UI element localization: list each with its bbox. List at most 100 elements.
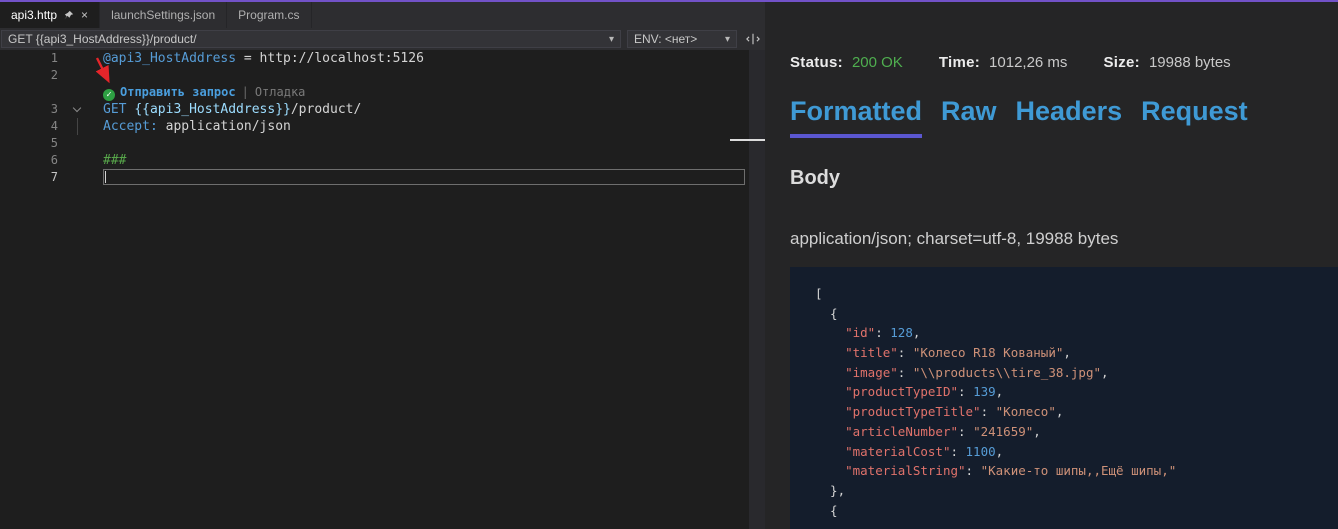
json-line: "productTypeID": 139,: [815, 382, 1328, 402]
environment-selector[interactable]: ENV: <нет> ▾: [627, 30, 737, 48]
chevron-down-icon: ▾: [609, 34, 614, 45]
json-body[interactable]: [ { "id": 128, "title": "Колесо R18 Кова…: [790, 267, 1338, 529]
json-token: [815, 444, 845, 459]
json-token: ,: [996, 384, 1004, 399]
line-text: ###: [88, 152, 749, 169]
json-token: :: [898, 365, 913, 380]
response-tab-formatted[interactable]: Formatted: [790, 96, 922, 138]
json-line: "materialString": "Какие-то шипы,,Ещё ши…: [815, 461, 1328, 481]
json-token: :: [958, 384, 973, 399]
json-token: [815, 365, 845, 380]
line-text: GET {{api3_HostAddress}}/product/: [88, 101, 749, 118]
tab-program.cs[interactable]: Program.cs: [227, 2, 311, 28]
codelens-separator: |: [242, 85, 249, 99]
request-selector-value: GET {{api3_HostAddress}}/product/: [8, 32, 197, 46]
json-token: :: [950, 444, 965, 459]
json-line: "articleNumber": "241659",: [815, 422, 1328, 442]
response-tabs: Formatted Raw Headers Request: [790, 96, 1248, 138]
send-request-link[interactable]: Отправить запрос: [120, 85, 236, 99]
tab-api3.http[interactable]: api3.http ×: [0, 2, 100, 28]
editor-pane: api3.http×launchSettings.jsonProgram.cs …: [0, 2, 765, 529]
json-token: :: [875, 325, 890, 340]
json-token: "Колесо R18 Кованый": [913, 345, 1064, 360]
json-token: "Колесо": [996, 404, 1056, 419]
vertical-scrollbar[interactable]: [749, 50, 765, 529]
line-number: 1: [0, 50, 70, 67]
close-icon[interactable]: ×: [81, 8, 88, 22]
editor-code[interactable]: 1 @api3_HostAddress = http://localhost:51…: [0, 50, 749, 529]
body-heading: Body: [790, 167, 840, 190]
code-token: ###: [103, 153, 126, 168]
response-tab-request[interactable]: Request: [1141, 96, 1248, 138]
line-text: ✓Отправить запрос|Отладка: [88, 84, 749, 101]
pin-icon[interactable]: [63, 10, 74, 21]
response-pane: Status: 200 OK Time: 1012,26 ms Size: 19…: [765, 2, 1338, 529]
tab-label: launchSettings.json: [111, 8, 215, 22]
line-text: Accept: application/json: [88, 118, 749, 135]
code-token: /product/: [291, 102, 361, 117]
debug-link[interactable]: Отладка: [255, 85, 306, 99]
json-token: "image": [845, 365, 898, 380]
content-type-line: application/json; charset=utf-8, 19988 b…: [790, 229, 1118, 249]
json-token: [: [815, 286, 823, 301]
json-token: "\\products\\tire_38.jpg": [913, 365, 1101, 380]
text-cursor: [105, 171, 106, 183]
response-tab-raw[interactable]: Raw: [941, 96, 997, 138]
json-token: "id": [845, 325, 875, 340]
json-token: :: [966, 463, 981, 478]
json-token: ,: [1056, 404, 1064, 419]
json-line: "title": "Колесо R18 Кованый",: [815, 343, 1328, 363]
fold-column: [70, 101, 88, 118]
json-token: 1100: [966, 444, 996, 459]
json-token: [815, 345, 845, 360]
fold-column: [70, 84, 88, 101]
json-line: "materialCost": 1100,: [815, 442, 1328, 462]
window-accent-border: [0, 0, 1338, 2]
code-token: application/json: [158, 119, 291, 134]
json-token: "materialCost": [845, 444, 950, 459]
editor-line: 4Accept: application/json: [0, 118, 749, 135]
editor-line: 3GET {{api3_HostAddress}}/product/: [0, 101, 749, 118]
time-label: Time:: [939, 54, 980, 71]
json-token: },: [815, 483, 845, 498]
json-token: "241659": [973, 424, 1033, 439]
line-text: @api3_HostAddress = http://localhost:512…: [88, 50, 749, 67]
size-value: 19988 bytes: [1149, 54, 1231, 71]
line-number: 5: [0, 135, 70, 152]
code-token: GET: [103, 102, 134, 117]
json-token: "title": [845, 345, 898, 360]
tab-launchsettings.json[interactable]: launchSettings.json: [100, 2, 227, 28]
status-label: Status:: [790, 54, 843, 71]
request-toolbar: GET {{api3_HostAddress}}/product/ ▾ ENV:…: [0, 28, 765, 50]
json-token: [815, 424, 845, 439]
tab-label: api3.http: [11, 8, 57, 22]
json-token: 139: [973, 384, 996, 399]
status-value: 200 OK: [852, 54, 903, 71]
time-value: 1012,26 ms: [989, 54, 1067, 71]
editor-line: 6###: [0, 152, 749, 169]
environment-selector-value: ENV: <нет>: [634, 32, 697, 46]
fold-column: [70, 118, 88, 135]
response-tab-headers[interactable]: Headers: [1016, 96, 1123, 138]
json-token: [815, 325, 845, 340]
json-token: ,: [1063, 345, 1071, 360]
json-token: "Какие-то шипы,,Ещё шипы,": [981, 463, 1177, 478]
json-token: :: [898, 345, 913, 360]
json-token: [815, 384, 845, 399]
fold-chevron-icon[interactable]: [73, 104, 81, 112]
json-token: "productTypeID": [845, 384, 958, 399]
request-selector[interactable]: GET {{api3_HostAddress}}/product/ ▾: [1, 30, 621, 48]
json-token: ,: [913, 325, 921, 340]
tab-label: Program.cs: [238, 8, 299, 22]
json-token: ,: [1101, 365, 1109, 380]
line-number: 2: [0, 67, 70, 84]
split-view-icon[interactable]: [746, 32, 760, 46]
chevron-down-icon: ▾: [725, 34, 730, 45]
code-token: Accept:: [103, 119, 158, 134]
tab-bar: api3.http × launchSettings.json Program.cs: [0, 2, 765, 28]
line-text: [88, 169, 749, 186]
json-token: "materialString": [845, 463, 965, 478]
json-token: :: [958, 424, 973, 439]
red-arrow-annotation: [90, 52, 124, 92]
code-token: http://localhost:5126: [260, 51, 424, 66]
